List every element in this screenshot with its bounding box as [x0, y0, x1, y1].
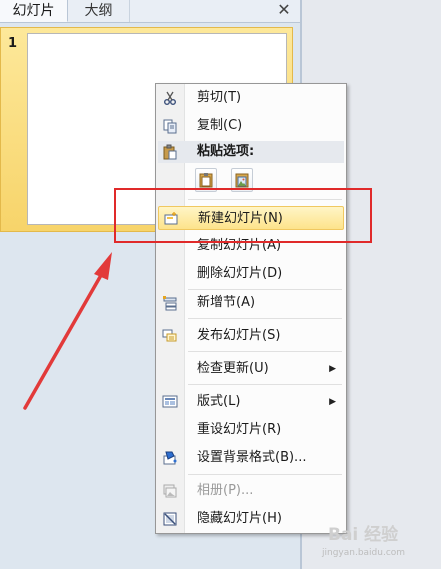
annotation-arrow: [23, 252, 112, 410]
watermark: Bai 经验 jingyan.baidu.com: [322, 520, 440, 566]
watermark-logo: Bai 经验: [328, 525, 399, 545]
watermark-url: jingyan.baidu.com: [322, 548, 406, 558]
